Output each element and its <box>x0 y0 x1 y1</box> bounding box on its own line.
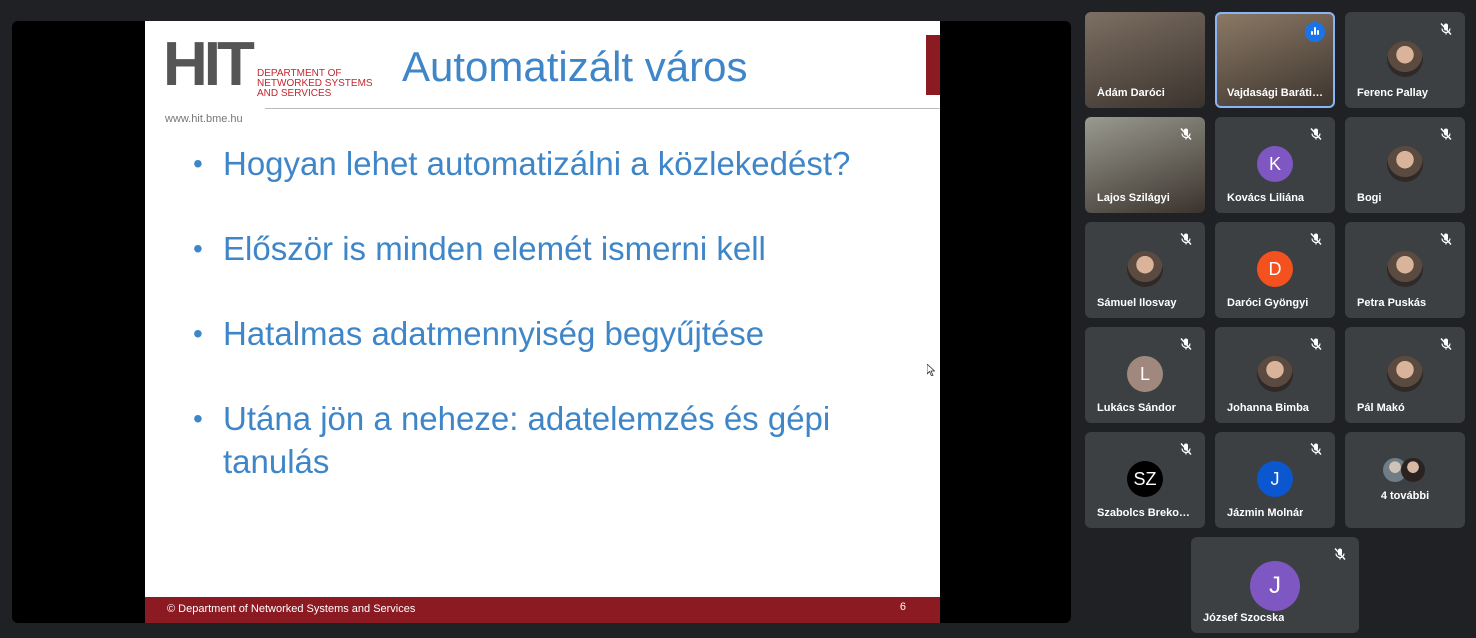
participant-name: Vajdasági Baráti ... <box>1227 87 1323 99</box>
mic-off-icon <box>1309 337 1323 351</box>
slide-accent-bar <box>926 35 940 95</box>
mic-off-icon <box>1439 232 1453 246</box>
audio-level-icon <box>1305 22 1325 42</box>
mic-off-icon <box>1439 127 1453 141</box>
bullet-item: Először is minden elemét ismerni kell <box>193 227 913 270</box>
participant-tile[interactable]: Pál Makó <box>1345 327 1465 423</box>
participant-tile[interactable]: L Lukács Sándor <box>1085 327 1205 423</box>
more-participants-tile[interactable]: 4 további <box>1345 432 1465 528</box>
mic-off-icon <box>1439 337 1453 351</box>
participant-photo <box>1387 41 1423 77</box>
participant-avatar: L <box>1127 356 1163 392</box>
participant-name: Jázmin Molnár <box>1227 507 1304 519</box>
mic-off-icon <box>1309 442 1323 456</box>
more-avatars <box>1383 458 1433 484</box>
bullet-item: Utána jön a neheze: adatelemzés és gépi … <box>193 397 913 483</box>
participant-tile[interactable]: J József Szocska <box>1191 537 1359 633</box>
participant-name: Ádám Daróci <box>1097 87 1165 99</box>
mic-off-icon <box>1309 127 1323 141</box>
participant-avatar: K <box>1257 146 1293 182</box>
participant-tile[interactable]: Vajdasági Baráti ... <box>1215 12 1335 108</box>
participant-avatar: D <box>1257 251 1293 287</box>
participant-photo <box>1387 251 1423 287</box>
page-number: 6 <box>899 601 906 613</box>
participant-name: Lajos Szilágyi <box>1097 192 1170 204</box>
mic-off-icon <box>1179 442 1193 456</box>
participant-tile[interactable]: Ferenc Pallay <box>1345 12 1465 108</box>
footer-copyright: © Department of Networked Systems and Se… <box>167 603 416 615</box>
participant-name: Bogi <box>1357 192 1382 204</box>
bullet-list: Hogyan lehet automatizálni a közlekedést… <box>193 139 913 483</box>
participant-tile[interactable]: D Daróci Gyöngyi <box>1215 222 1335 318</box>
logo-mark: HIT <box>163 30 255 99</box>
participant-name: Petra Puskás <box>1357 297 1427 309</box>
participant-name: Szabolcs Brekov... <box>1097 507 1193 519</box>
hit-logo: HIT DEPARTMENT OF NETWORKED SYSTEMS AND … <box>163 30 373 126</box>
participant-tile[interactable]: Lajos Szilágyi <box>1085 117 1205 213</box>
participant-avatar: SZ <box>1127 461 1163 497</box>
participant-tile[interactable]: K Kovács Liliána <box>1215 117 1335 213</box>
bullet-item: Hogyan lehet automatizálni a közlekedést… <box>193 142 913 185</box>
mic-off-icon <box>1333 547 1347 561</box>
slide: HIT DEPARTMENT OF NETWORKED SYSTEMS AND … <box>145 21 940 623</box>
participant-tile[interactable]: Bogi <box>1345 117 1465 213</box>
participant-name: Kovács Liliána <box>1227 192 1305 204</box>
mic-off-icon <box>1309 232 1323 246</box>
participant-photo <box>1387 356 1423 392</box>
logo-department: DEPARTMENT OF NETWORKED SYSTEMS AND SERV… <box>257 69 373 99</box>
slide-title: Automatizált város <box>402 43 748 90</box>
participant-tile[interactable]: J Jázmin Molnár <box>1215 432 1335 528</box>
participant-tile[interactable]: Petra Puskás <box>1345 222 1465 318</box>
participant-tile[interactable]: Johanna Bimba <box>1215 327 1335 423</box>
participant-name: Ferenc Pallay <box>1357 87 1428 99</box>
participant-name: József Szocska <box>1203 612 1285 624</box>
more-participants-label: 4 további <box>1380 490 1430 502</box>
participant-avatar: J <box>1250 561 1300 611</box>
participant-photo <box>1127 251 1163 287</box>
mic-off-icon <box>1179 127 1193 141</box>
logo-dept-line: AND SERVICES <box>257 88 332 99</box>
mic-off-icon <box>1179 337 1193 351</box>
participant-name: Pál Makó <box>1357 402 1405 414</box>
mouse-cursor-icon <box>927 364 935 376</box>
presentation-stage: HIT DEPARTMENT OF NETWORKED SYSTEMS AND … <box>12 21 1071 623</box>
participant-tile[interactable]: Ádám Daróci <box>1085 12 1205 108</box>
participant-tile[interactable]: SZ Szabolcs Brekov... <box>1085 432 1205 528</box>
participant-avatar: J <box>1257 461 1293 497</box>
participant-photo <box>1401 458 1425 482</box>
participant-name: Lukács Sándor <box>1097 402 1176 414</box>
participant-photo <box>1257 356 1293 392</box>
title-divider <box>265 108 940 109</box>
logo-url: www.hit.bme.hu <box>165 113 243 125</box>
mic-off-icon <box>1439 22 1453 36</box>
slide-footer: © Department of Networked Systems and Se… <box>145 597 940 623</box>
participant-name: Daróci Gyöngyi <box>1227 297 1309 309</box>
participant-photo <box>1387 146 1423 182</box>
participant-name: Sámuel Ilosvay <box>1097 297 1177 309</box>
bullet-item: Hatalmas adatmennyiség begyűjtése <box>193 312 913 355</box>
participant-tile[interactable]: Sámuel Ilosvay <box>1085 222 1205 318</box>
participant-name: Johanna Bimba <box>1227 402 1309 414</box>
mic-off-icon <box>1179 232 1193 246</box>
